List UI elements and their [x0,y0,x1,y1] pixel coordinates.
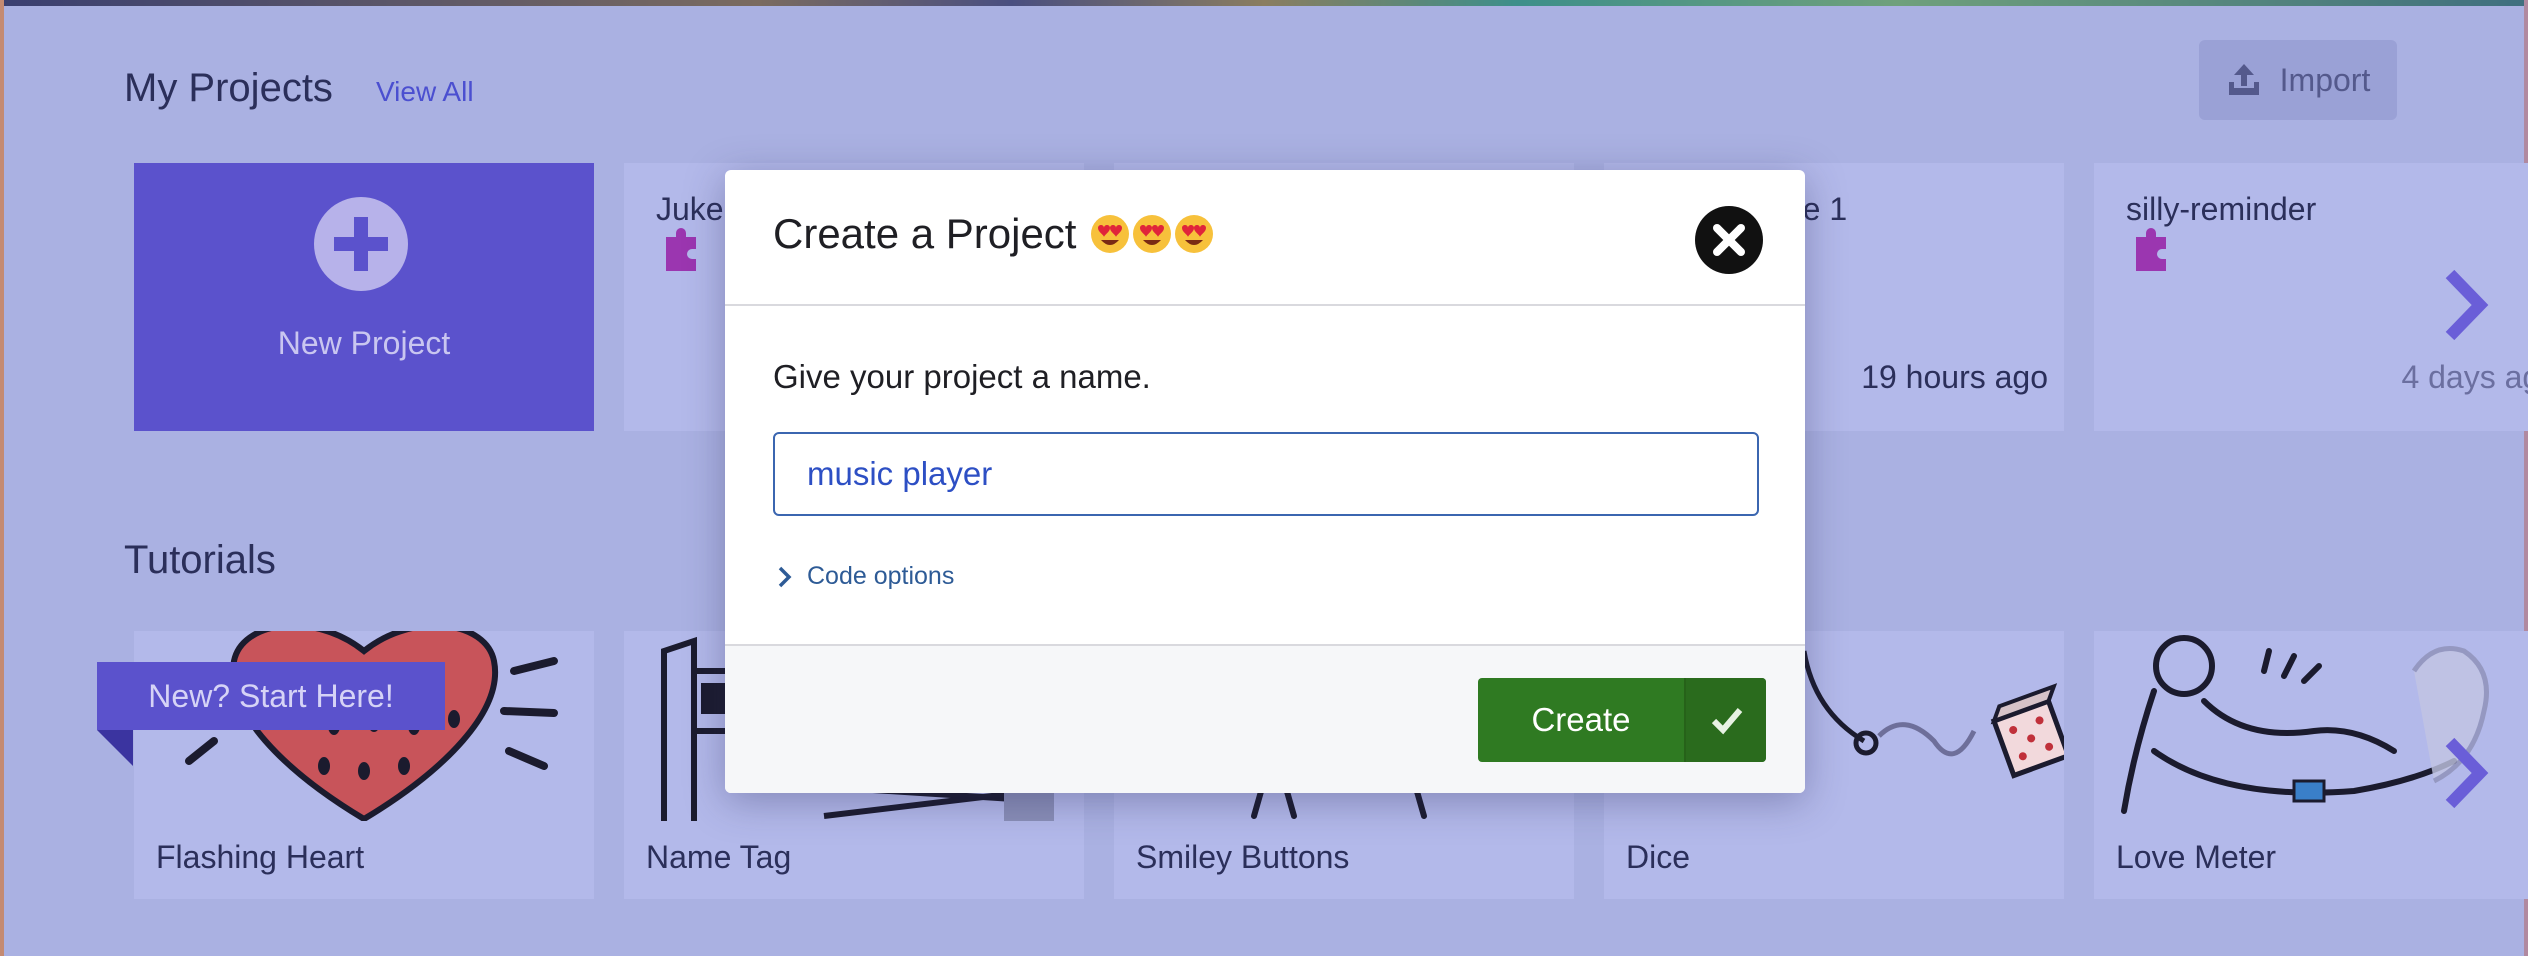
tutorial-label: Name Tag [646,839,792,875]
start-here-ribbon[interactable]: New? Start Here! [97,662,445,730]
tutorials-next-arrow-icon[interactable] [2436,728,2496,818]
check-icon [1684,678,1766,762]
project-time: 4 days ago [2401,359,2528,395]
project-name: silly-reminder [2126,191,2317,227]
new-project-card[interactable]: New Project [134,163,594,431]
name-prompt: Give your project a name. [773,358,1151,395]
tutorial-label: Dice [1626,839,1691,875]
projects-next-arrow-icon[interactable] [2436,260,2496,350]
code-options-label: Code options [807,562,955,590]
close-icon [1713,224,1745,256]
puzzle-icon [666,228,696,271]
view-all-link[interactable]: View All [376,76,474,108]
dialog-title-text: Create a Project [773,210,1077,257]
create-button[interactable]: Create [1478,678,1766,762]
puzzle-icon [2136,228,2166,271]
import-button[interactable]: Import [2199,40,2397,120]
left-edge [0,0,4,956]
heart-eyes-emoji-icon [1090,214,1214,254]
project-time: 19 hours ago [1861,359,2048,395]
close-button[interactable] [1695,206,1763,274]
tutorials-title: Tutorials [124,538,276,582]
new-project-label: New Project [277,325,451,361]
ribbon-fold [97,730,133,766]
project-name: Juke [656,191,724,227]
dialog-header: Create a Project [725,170,1805,306]
tutorial-label: Smiley Buttons [1136,839,1350,875]
chevron-right-icon [778,566,792,587]
code-options-toggle[interactable]: Code options [775,562,954,591]
import-label: Import [2279,61,2371,98]
header-strip [0,0,2528,6]
create-project-dialog: Create a Project Give your project a nam… [725,170,1805,793]
project-name-input[interactable] [773,432,1759,516]
dialog-title: Create a Project [773,210,1214,258]
create-label: Create [1531,701,1631,738]
tutorial-label: Love Meter [2116,839,2277,875]
plus-icon [314,197,408,291]
my-projects-title: My Projects [124,66,333,110]
tutorial-label: Flashing Heart [156,839,365,875]
dialog-footer: Create [725,644,1805,793]
upload-icon [2228,64,2259,95]
